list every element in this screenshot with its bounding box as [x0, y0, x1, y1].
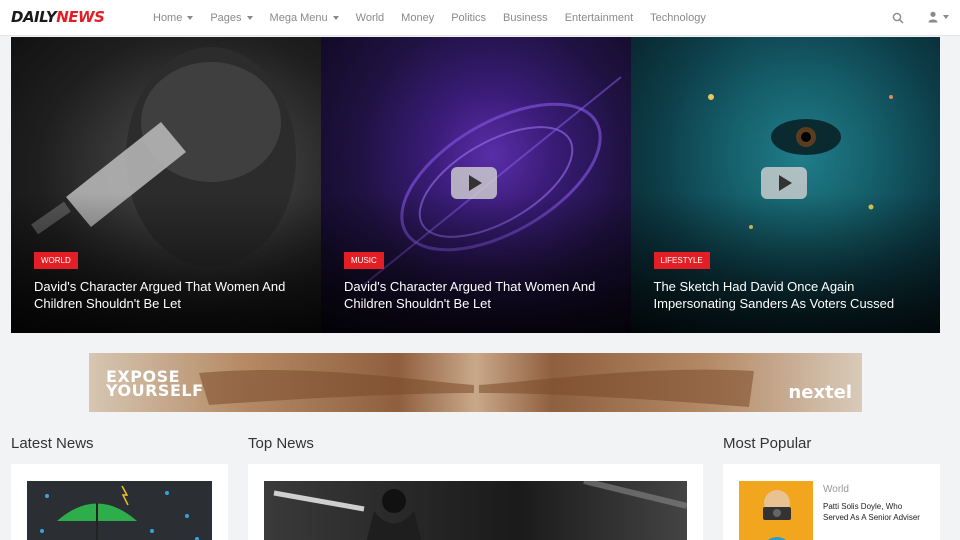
- hero-card[interactable]: WORLD David's Character Argued That Wome…: [11, 37, 321, 333]
- nav-item-label: Money: [401, 12, 435, 24]
- play-video-button[interactable]: [451, 167, 497, 199]
- nav-item-label: Mega Menu: [269, 12, 328, 24]
- nav-item-business[interactable]: Business: [503, 12, 548, 24]
- logo-part-daily: DAILY: [11, 8, 57, 26]
- nav-item-label: Technology: [650, 12, 706, 24]
- search-icon: [892, 12, 904, 24]
- main-nav: Home Pages Mega Menu World Money Politic…: [153, 0, 723, 36]
- nav-item-label: Business: [503, 12, 548, 24]
- logo-part-news: NEWS: [56, 8, 105, 26]
- category-badge[interactable]: MUSIC: [344, 252, 384, 269]
- chevron-down-icon: [187, 16, 194, 20]
- ad-image-hands: [199, 369, 754, 407]
- nav-item-label: Pages: [210, 12, 242, 24]
- top-news-panel: [248, 464, 703, 540]
- nav-item-label: Home: [153, 12, 183, 24]
- section-title-top: Top News: [248, 435, 314, 452]
- hero-carousel: WORLD David's Character Argued That Wome…: [11, 37, 940, 333]
- ad-banner[interactable]: EXPOSE YOURSELF nextel: [89, 353, 862, 412]
- latest-news-image: [40, 485, 199, 540]
- user-menu-button[interactable]: [928, 11, 949, 23]
- nav-item-entertainment[interactable]: Entertainment: [565, 12, 633, 24]
- ad-brand-logo: nextel: [788, 382, 852, 403]
- hero-card[interactable]: LIFESTYLE The Sketch Had David Once Agai…: [630, 37, 940, 333]
- nav-item-label: Entertainment: [564, 12, 634, 24]
- popular-item-title[interactable]: Patti Solis Doyle, Who Served As A Senio…: [823, 501, 923, 523]
- play-video-button[interactable]: [760, 167, 807, 199]
- search-button[interactable]: [892, 11, 906, 25]
- nav-item-label: Politics: [451, 12, 487, 24]
- top-news-thumbnail[interactable]: [264, 481, 687, 540]
- site-logo[interactable]: DAILYNEWS: [11, 8, 105, 26]
- chevron-down-icon: [246, 16, 253, 20]
- nav-item-world[interactable]: World: [356, 12, 385, 24]
- top-news-image: [273, 481, 687, 540]
- nav-item-money[interactable]: Money: [401, 12, 434, 24]
- nav-item-home[interactable]: Home: [153, 12, 194, 24]
- chevron-down-icon: [332, 16, 339, 20]
- hero-card-title[interactable]: David's Character Argued That Women And …: [34, 278, 304, 312]
- category-badge[interactable]: LIFESTYLE: [653, 252, 710, 269]
- hero-card[interactable]: MUSIC David's Character Argued That Wome…: [321, 37, 631, 333]
- hero-card-title[interactable]: David's Character Argued That Women And …: [344, 278, 614, 312]
- nav-item-label: World: [355, 12, 385, 24]
- popular-item-image: [763, 490, 791, 540]
- top-navbar: DAILYNEWS Home Pages Mega Menu World Mon…: [0, 0, 960, 36]
- section-title-latest: Latest News: [11, 435, 94, 452]
- most-popular-panel: World Patti Solis Doyle, Who Served As A…: [723, 464, 940, 540]
- hero-card-title[interactable]: The Sketch Had David Once Again Imperson…: [654, 278, 924, 312]
- chevron-down-icon: [943, 15, 949, 19]
- nav-item-mega-menu[interactable]: Mega Menu: [270, 12, 339, 24]
- popular-item-thumbnail[interactable]: [739, 481, 813, 540]
- section-title-popular: Most Popular: [723, 435, 812, 452]
- user-icon: [928, 11, 938, 23]
- latest-news-panel: [11, 464, 228, 540]
- nav-item-politics[interactable]: Politics: [451, 12, 486, 24]
- nav-item-technology[interactable]: Technology: [650, 12, 706, 24]
- popular-item-category[interactable]: World: [823, 484, 849, 495]
- latest-news-thumbnail[interactable]: [27, 481, 212, 540]
- ad-headline-line2: YOURSELF: [106, 381, 204, 400]
- nav-item-pages[interactable]: Pages: [210, 12, 253, 24]
- category-badge[interactable]: WORLD: [34, 252, 78, 269]
